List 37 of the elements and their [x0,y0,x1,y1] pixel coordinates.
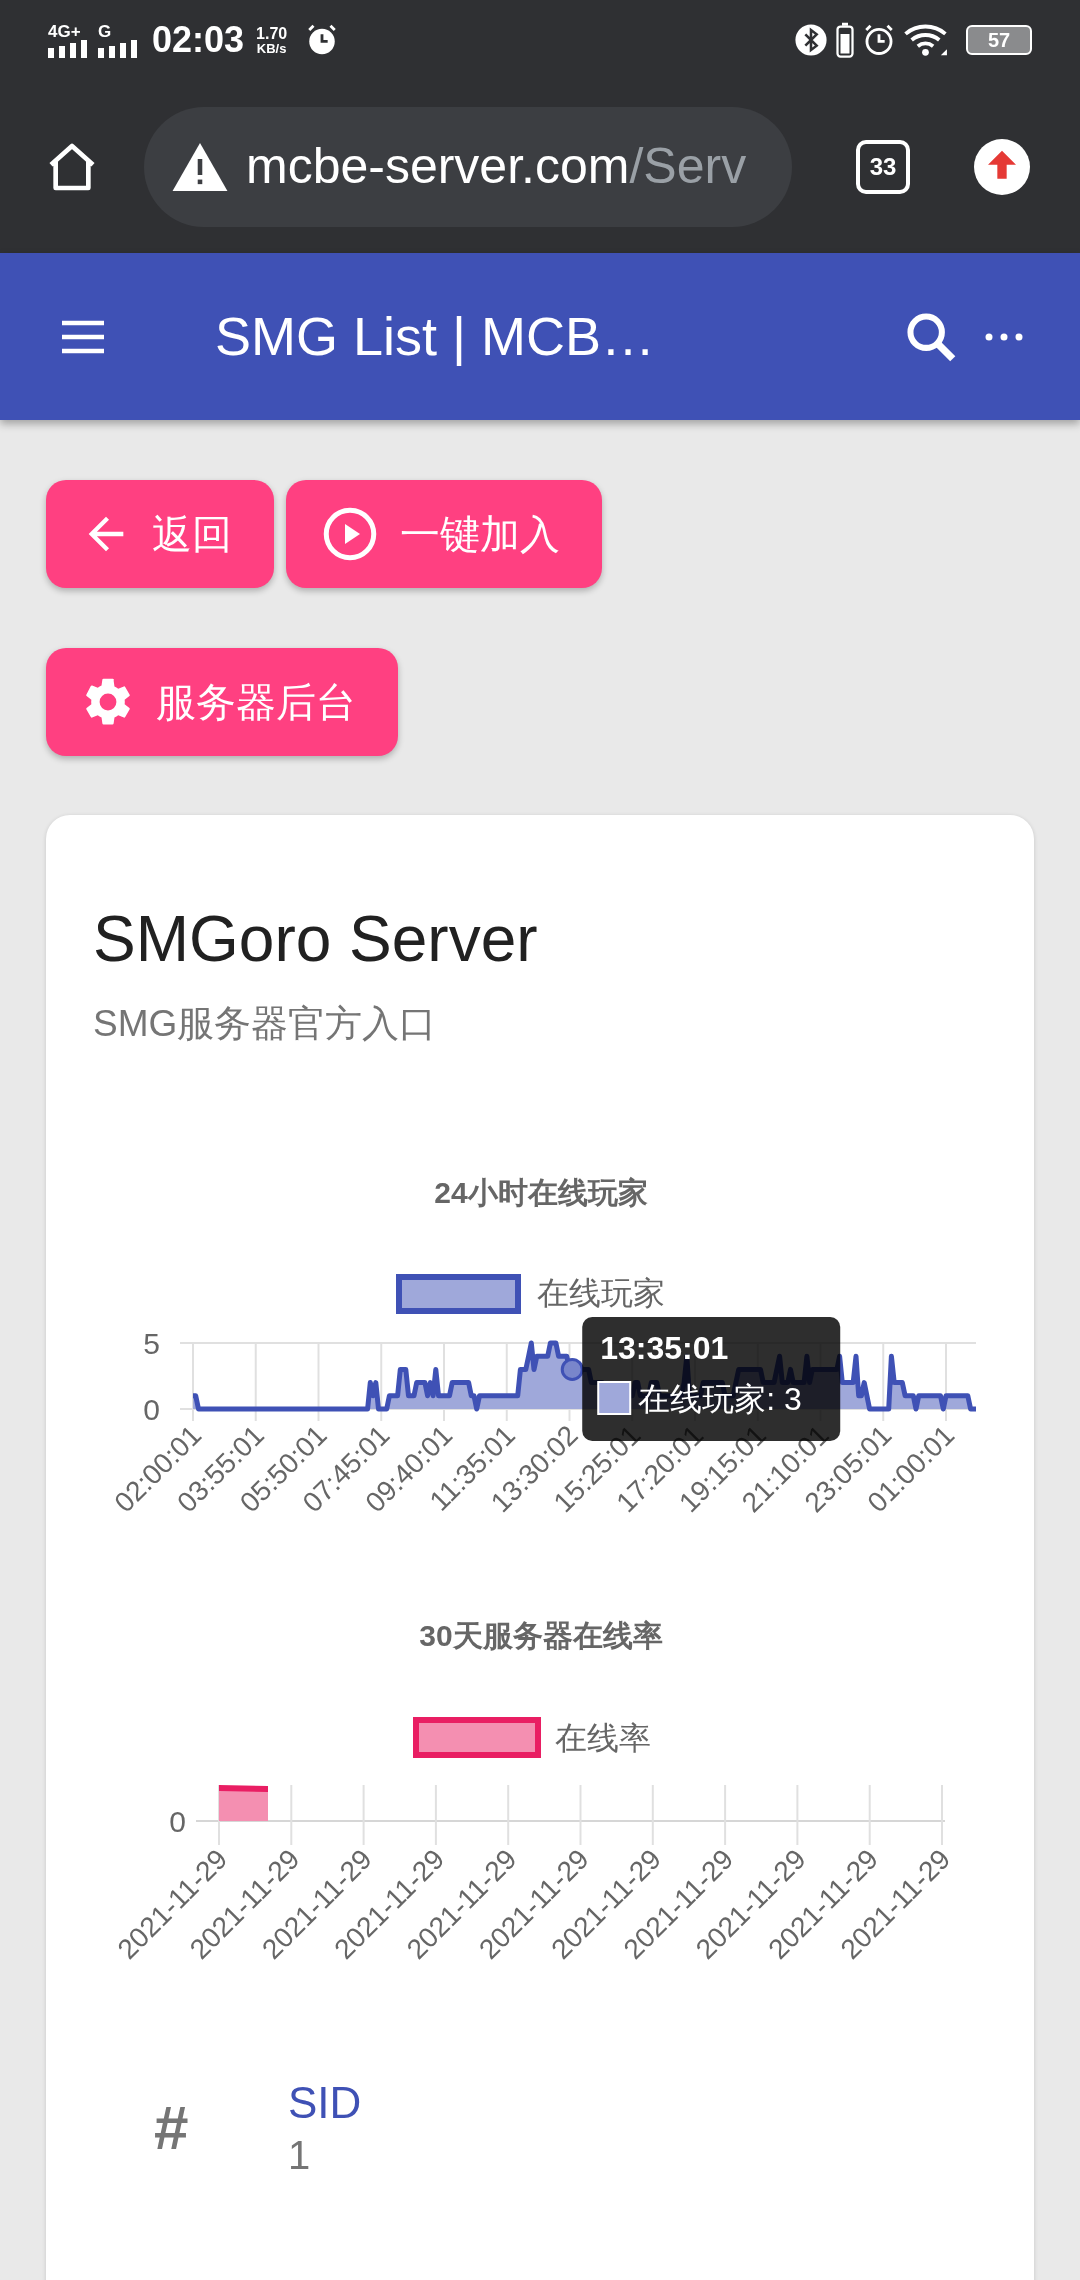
clock-time: 02:03 [152,18,245,62]
uptime-bar [219,1785,268,1821]
y-tick-label: 5 [143,1327,160,1360]
chart-title: 30天服务器在线率 [419,1619,663,1652]
column-header: SID [288,2077,362,2129]
speed-unit: KB/s [256,41,287,55]
bluetooth-icon [794,23,828,57]
network-label: 4G+ [48,22,81,40]
tab-count[interactable]: 33 [856,139,910,194]
signal-icon [48,39,90,58]
signal-icon [98,39,140,58]
page-title: SMG List | MCB… [215,305,656,368]
address-bar[interactable]: mcbe-server.com/Serv [144,106,792,227]
url-text: mcbe-server.com/Serv [246,137,747,196]
legend-label[interactable]: 在线率 [555,1720,651,1756]
tooltip-label: 在线玩家: 3 [638,1381,802,1417]
server-description: SMG服务器官方入口 [93,1002,438,1046]
back-button[interactable]: 返回 [46,480,274,588]
upload-icon[interactable] [974,138,1030,195]
tooltip-swatch [597,1381,632,1415]
warning-icon [172,142,228,191]
network-speed: 1.70 [256,25,288,42]
join-button[interactable]: 一键加入 [286,480,602,588]
tooltip-title: 13:35:01 [600,1330,729,1366]
legend-label[interactable]: 在线玩家 [537,1275,665,1311]
y-tick-label: 0 [169,1805,186,1838]
battery-indicator: 57 [966,25,1032,55]
admin-button[interactable]: 服务器后台 [46,648,398,756]
index-header: # [154,2092,190,2164]
chart-title: 24小时在线玩家 [434,1176,648,1209]
hover-point [560,1357,584,1381]
battery-small-icon [836,22,854,58]
y-tick-label: 0 [143,1393,160,1426]
server-name: SMGoro Server [93,902,539,977]
network-label: G [98,22,112,40]
wifi-icon [904,23,950,57]
table-cell-text: 1 [288,2132,312,2179]
